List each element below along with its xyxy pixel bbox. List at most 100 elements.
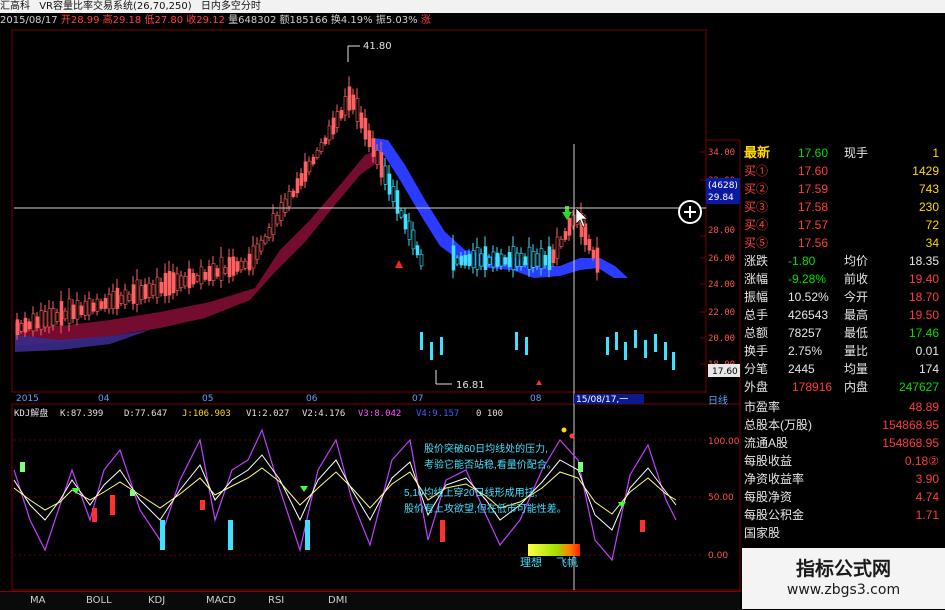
candle-body: [383, 165, 388, 185]
latest-label: 最新: [744, 145, 771, 160]
candle-body: [139, 285, 144, 300]
stat-label: 换手: [744, 344, 769, 358]
bid-row[interactable]: 买③ 17.58 230: [740, 198, 945, 216]
crosshair-price-a: (4628): [708, 181, 738, 191]
bid-price: 17.56: [798, 236, 829, 250]
candle-body: [83, 300, 88, 316]
low-price-bars: [420, 330, 675, 370]
stat-value: -1.80: [788, 254, 816, 268]
stat-label: 均价: [844, 254, 869, 268]
candle-body: [59, 301, 64, 326]
buy-signal-stem: [565, 206, 569, 213]
candle-body: [331, 117, 336, 135]
kdj-signal-bar: [200, 500, 205, 510]
kdj-signal-bar: [305, 520, 310, 550]
candle-body: [71, 304, 76, 319]
candle-body: [395, 190, 400, 214]
cursor-date: 15/08/17,一: [576, 395, 628, 405]
stat-row: 涨跌 -1.80 均价 18.35: [740, 252, 945, 270]
candle-body: [503, 257, 508, 265]
stat-value: 18.70: [908, 290, 939, 304]
candle-body: [231, 256, 236, 276]
kdj-signal-bar: [228, 520, 233, 550]
tab-rsi[interactable]: RSI: [268, 592, 284, 610]
fundamental-row: 每股收益 0.18②: [740, 452, 945, 470]
price-tick-label: 28.00: [708, 226, 735, 236]
kdj-signal-bar: [110, 495, 115, 515]
low-price-bar: [525, 337, 528, 355]
candle-body: [119, 294, 124, 304]
bid-row[interactable]: 买② 17.59 743: [740, 180, 945, 198]
stat-value: 19.50: [908, 308, 939, 322]
current-price-tag: 17.60: [712, 367, 738, 377]
candle-body: [555, 236, 560, 259]
kdj-d-value: D:77.647: [124, 409, 167, 419]
period-button[interactable]: 日线: [708, 394, 728, 407]
price-axis-ticks: [700, 151, 706, 365]
candle-body: [523, 256, 528, 265]
candle-body: [531, 251, 536, 268]
candle-body: [315, 150, 320, 158]
kdj-down-marker: [300, 486, 308, 492]
candle-body: [527, 246, 532, 270]
candle-body: [199, 266, 204, 285]
candle-body: [539, 248, 544, 269]
kdj-axis-label: 50.00: [708, 493, 734, 503]
candle-body: [551, 249, 556, 264]
bid-row[interactable]: 买⑤ 17.56 34: [740, 234, 945, 252]
candle-body: [283, 198, 288, 213]
stat-value: 19.40: [908, 272, 939, 286]
price-tick-label: 22.00: [708, 308, 735, 318]
fundamental-value: 4.74: [915, 490, 939, 504]
candle-body: [87, 298, 92, 316]
fundamental-label: 每股公积金: [744, 508, 805, 522]
kdj-signal-bar: [20, 462, 25, 472]
bid-row[interactable]: 买④ 17.57 72: [740, 216, 945, 234]
fundamental-value: 154868.95: [882, 436, 939, 450]
signal-dot: [561, 427, 567, 433]
candle-body: [591, 249, 596, 259]
candle-body: [515, 252, 520, 267]
stat-label: 均量: [844, 362, 869, 376]
stat-value: 2445: [788, 362, 815, 376]
tab-boll[interactable]: BOLL: [86, 592, 112, 610]
lot-value: 1: [932, 146, 939, 160]
tab-ma[interactable]: MA: [30, 592, 45, 610]
bid-label: 买③: [744, 200, 769, 214]
tab-dmi[interactable]: DMI: [328, 592, 347, 610]
candle-body: [179, 275, 184, 289]
stat-label: 量比: [844, 344, 869, 358]
candle-body: [147, 282, 152, 298]
candle-body: [339, 110, 344, 119]
kdj-title: KDJ解盘: [14, 407, 48, 419]
tab-macd[interactable]: MACD: [206, 592, 236, 610]
fundamental-row: 每股公积金 1.71: [740, 506, 945, 524]
kdj-scale: 0 100: [476, 409, 503, 419]
candle-body: [267, 227, 272, 238]
candle-body: [511, 246, 516, 271]
fundamental-row: 流通A股 154868.95: [740, 434, 945, 452]
month-label: 06: [306, 394, 318, 404]
fundamental-label: 每股收益: [744, 454, 793, 468]
high-price-label: 41.80: [363, 41, 392, 52]
candle-body: [359, 112, 364, 129]
candle-body: [239, 260, 244, 271]
kdj-signal-bar: [640, 520, 645, 532]
candle-body: [355, 98, 360, 122]
stat-label: 最低: [844, 326, 869, 340]
candle-body: [471, 250, 476, 269]
strategy-badge: [528, 544, 580, 556]
month-label: 08: [530, 394, 542, 404]
candle-body: [387, 173, 392, 195]
stat-label: 总手: [744, 308, 769, 322]
kdj-annotation-line: 股价突破60日均线处的压力,: [424, 442, 548, 455]
tab-kdj[interactable]: KDJ: [148, 592, 165, 610]
stat-value: 2.75%: [788, 344, 823, 358]
candle-body: [419, 253, 424, 267]
bid-row[interactable]: 买① 17.60 1429: [740, 162, 945, 180]
signal-dot: [569, 433, 575, 439]
month-label: 05: [202, 394, 213, 404]
candle-body: [547, 246, 552, 270]
candle-body: [31, 313, 36, 332]
fundamental-value: 1.71: [915, 508, 939, 522]
